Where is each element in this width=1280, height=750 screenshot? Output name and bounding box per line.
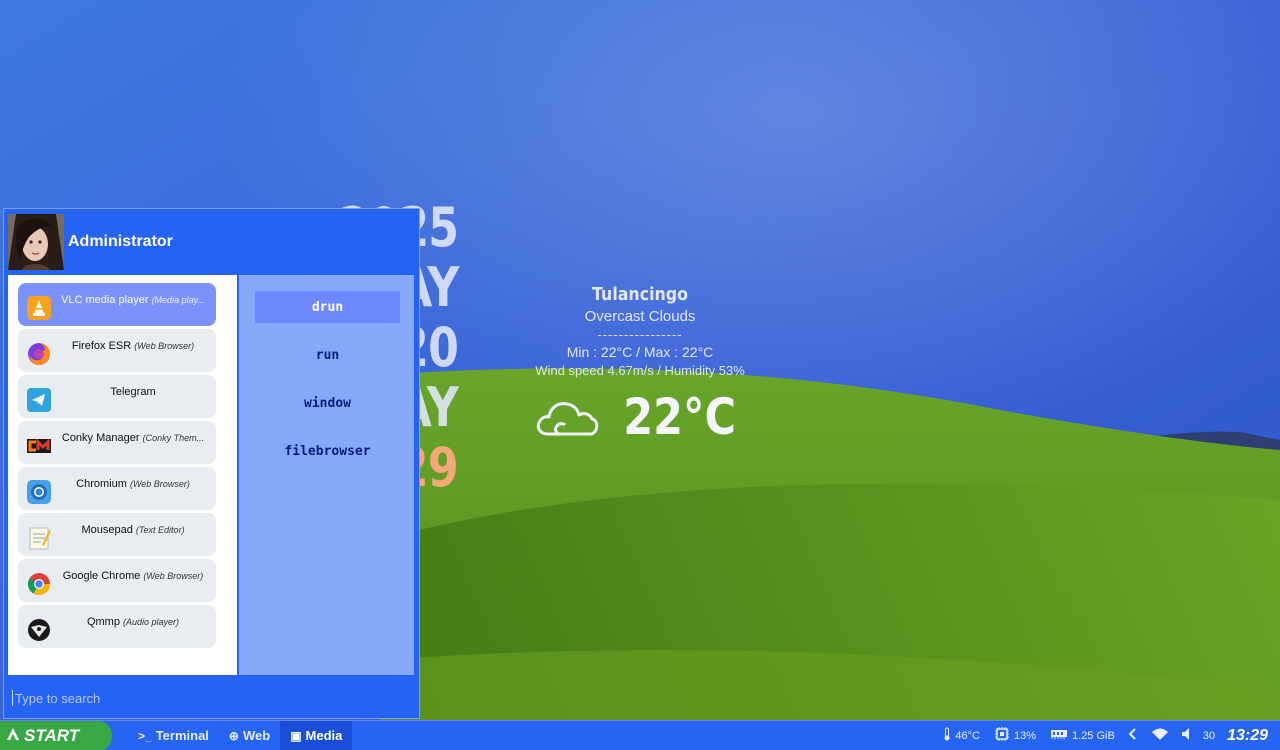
app-item-label: Chromium: [76, 478, 127, 490]
weather-separator: ----------------: [597, 327, 683, 342]
weather-minmax: Min : 22°C / Max : 22°C: [566, 344, 714, 360]
search-input[interactable]: [15, 690, 412, 706]
app-item-mousepad[interactable]: Mousepad (Text Editor): [18, 513, 216, 556]
app-item-firefox[interactable]: Firefox ESR (Web Browser): [18, 329, 216, 372]
app-item-label: Firefox ESR: [71, 340, 132, 352]
memory-value: 1.25 GiB: [1072, 729, 1115, 742]
cpu-icon: [994, 726, 1014, 745]
tray-temperature[interactable]: 46°C: [943, 727, 980, 744]
conky-manager-icon: [26, 433, 52, 459]
start-label: START: [24, 725, 80, 745]
chromium-icon: [26, 479, 52, 505]
terminal-icon: >_: [138, 728, 152, 743]
user-header: Administrator: [4, 209, 419, 275]
firefox-icon: [26, 341, 52, 367]
task-label: Terminal: [155, 728, 209, 743]
chrome-icon: [26, 571, 52, 597]
cpu-value: 13%: [1013, 729, 1037, 742]
memory-icon: [1050, 728, 1072, 743]
text-caret: [12, 690, 13, 706]
weather-widget: Tulancingo Overcast Clouds -------------…: [520, 284, 760, 446]
app-item-desc: (Text Editor): [135, 525, 185, 535]
taskbar: START >_ Terminal ⊕ Web ▣ Media 46°C 13%: [0, 720, 1280, 750]
app-launcher: Administrator VLC media player (Media pl…: [3, 208, 420, 719]
app-list: VLC media player (Media play... Firefox …: [8, 275, 237, 675]
start-button[interactable]: START: [0, 720, 112, 750]
qmmp-icon: [26, 617, 52, 643]
app-item-google-chrome[interactable]: Google Chrome (Web Browser): [18, 559, 216, 602]
tray-network[interactable]: [1151, 727, 1173, 744]
weather-city: Tulancingo: [591, 284, 689, 305]
globe-icon: ⊕: [228, 728, 239, 743]
speaker-icon: [1181, 727, 1199, 744]
search-bar: [12, 687, 412, 709]
weather-wind-humidity: Wind speed 4.67m/s / Humidity 53%: [535, 363, 745, 378]
mode-run[interactable]: run: [255, 339, 400, 371]
mousepad-icon: [26, 525, 52, 551]
avatar: [8, 214, 64, 270]
weather-condition: Overcast Clouds: [584, 308, 696, 325]
app-item-desc: (Web Browser): [134, 341, 195, 351]
mode-drun[interactable]: drun: [255, 291, 400, 323]
app-item-label: Conky Manager: [61, 432, 140, 444]
taskbar-clock[interactable]: 13:29: [1227, 727, 1268, 745]
weather-temperature: 22°C: [623, 388, 737, 446]
telegram-icon: [26, 387, 52, 413]
image-icon: ▣: [290, 728, 302, 743]
app-item-desc: (Web Browser): [143, 571, 204, 581]
volume-value: 30: [1202, 729, 1216, 742]
tray-cpu[interactable]: 13%: [994, 726, 1036, 745]
thermometer-icon: [943, 727, 955, 744]
task-terminal[interactable]: >_ Terminal: [128, 721, 219, 750]
tray-memory[interactable]: 1.25 GiB: [1050, 728, 1115, 743]
app-item-label: Google Chrome: [62, 570, 141, 582]
app-item-label: Telegram: [110, 386, 156, 398]
task-label: Web: [242, 728, 271, 743]
tray-volume[interactable]: 30: [1181, 727, 1215, 744]
wifi-icon: [1151, 727, 1173, 744]
app-item-label: Mousepad: [81, 524, 133, 536]
task-media[interactable]: ▣ Media: [280, 720, 353, 750]
start-logo-icon: [6, 726, 24, 746]
mode-switcher: drun run window filebrowser: [239, 275, 414, 675]
username: Administrator: [68, 233, 173, 250]
task-label: Media: [305, 728, 343, 743]
temperature-value: 46°C: [955, 729, 980, 742]
app-item-vlc[interactable]: VLC media player (Media play...: [18, 283, 216, 326]
cloud-icon: [534, 390, 600, 445]
app-item-desc: (Audio player): [123, 617, 180, 627]
app-item-conky-manager[interactable]: Conky Manager (Conky Them...: [18, 421, 216, 464]
app-item-qmmp[interactable]: Qmmp (Audio player): [18, 605, 216, 648]
mode-filebrowser[interactable]: filebrowser: [255, 435, 400, 467]
app-item-telegram[interactable]: Telegram: [18, 375, 216, 418]
app-item-desc: (Media play...: [151, 295, 205, 305]
mode-window[interactable]: window: [255, 387, 400, 419]
app-item-desc: (Web Browser): [129, 479, 190, 489]
chevron-left-icon: [1128, 728, 1141, 743]
app-item-desc: (Conky Them...: [142, 433, 205, 443]
tray-expand-button[interactable]: [1128, 728, 1141, 743]
task-web[interactable]: ⊕ Web: [219, 721, 280, 750]
app-item-chromium[interactable]: Chromium (Web Browser): [18, 467, 216, 510]
app-item-label: Qmmp: [86, 616, 120, 628]
system-tray: 46°C 13% 1.25 GiB 30 13:29: [943, 721, 1280, 750]
vlc-icon: [26, 295, 52, 321]
app-item-label: VLC media player: [61, 294, 149, 306]
